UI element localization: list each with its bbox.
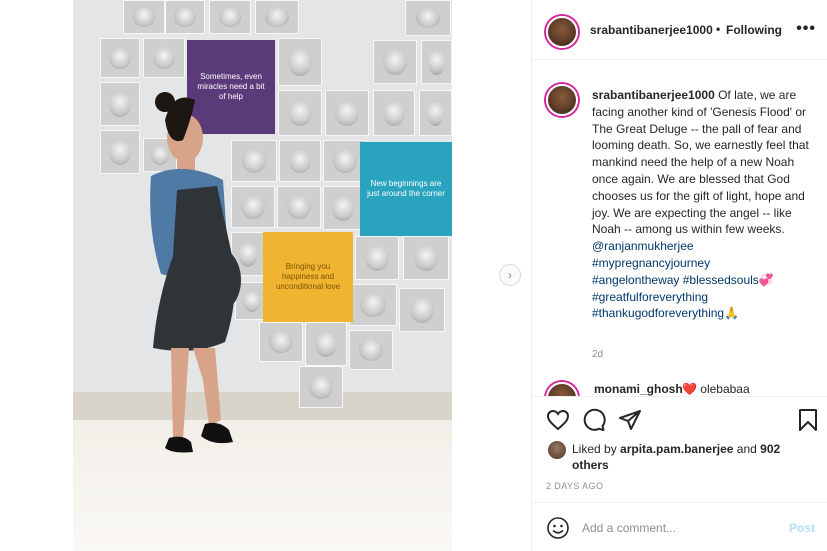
send-icon[interactable] xyxy=(618,408,642,432)
baby-tile xyxy=(403,236,449,280)
caption-tag[interactable]: @ranjanmukherjee xyxy=(592,238,816,255)
author-avatar[interactable] xyxy=(546,16,578,48)
post-sidebar: srabantibanerjee1000 • Following ••• sra… xyxy=(531,0,827,551)
baby-tile xyxy=(278,38,322,86)
caption-text: srabantibanerjee1000 Of late, we are fac… xyxy=(592,87,816,322)
baby-tile xyxy=(373,40,417,84)
photo-card-teal-text: New beginnings are just around the corne… xyxy=(367,179,445,198)
baby-tile xyxy=(278,90,322,136)
baby-tile xyxy=(323,186,363,230)
baby-tile xyxy=(419,90,452,136)
caption-username[interactable]: srabantibanerjee1000 xyxy=(592,88,715,102)
baby-tile xyxy=(405,0,451,36)
comment-input[interactable]: Add a comment... xyxy=(582,521,676,535)
liker-avatar[interactable] xyxy=(548,441,566,459)
following-button[interactable]: Following xyxy=(726,23,782,37)
photo-card-teal: New beginnings are just around the corne… xyxy=(360,142,452,236)
likes-middle: and xyxy=(736,442,757,456)
caption-age: 2d xyxy=(592,349,604,360)
baby-tile xyxy=(325,90,369,136)
baby-tile xyxy=(165,0,205,34)
post-photo[interactable]: Sometimes, even miracles need a bit of h… xyxy=(73,0,452,551)
baby-tile xyxy=(399,288,445,332)
actions-divider xyxy=(532,396,827,397)
baby-tile xyxy=(123,0,165,34)
caption-body: Of late, we are facing another kind of '… xyxy=(592,88,809,237)
baby-tile xyxy=(299,366,343,408)
baby-tile xyxy=(100,82,140,126)
bookmark-icon[interactable] xyxy=(796,408,820,432)
comment-divider xyxy=(532,502,827,503)
baby-tile xyxy=(349,330,393,370)
author-username[interactable]: srabantibanerjee1000 xyxy=(590,23,713,37)
baby-tile xyxy=(100,130,140,174)
baby-tile xyxy=(305,322,347,366)
baby-tile xyxy=(421,40,452,84)
post-timestamp[interactable]: 2 DAYS AGO xyxy=(546,481,603,491)
likes-prefix: Liked by xyxy=(572,442,617,456)
caption-tag[interactable]: #greatfulforeverything xyxy=(592,289,816,306)
liker-username[interactable]: arpita.pam.banerjee xyxy=(620,442,733,456)
baby-tile xyxy=(277,186,321,228)
baby-tile xyxy=(255,0,299,34)
post-comment-button[interactable]: Post xyxy=(789,521,815,535)
baby-tile xyxy=(143,38,185,78)
caption-tag[interactable]: #angelontheway #blessedsouls💞 xyxy=(592,272,816,289)
likes-summary[interactable]: Liked by arpita.pam.banerjee and 902 oth… xyxy=(572,441,792,473)
baby-tile xyxy=(209,0,251,34)
post-header: srabantibanerjee1000 • Following ••• xyxy=(532,0,827,60)
caption-tag[interactable]: #thankugodforeverything🙏 xyxy=(592,305,816,322)
comment-text: ❤️ olebabaa xyxy=(682,382,750,396)
commenter-avatar[interactable] xyxy=(546,382,578,396)
heart-icon[interactable] xyxy=(546,408,570,432)
baby-tile xyxy=(100,38,140,78)
baby-tile xyxy=(373,90,415,136)
emoji-icon[interactable] xyxy=(546,516,570,540)
more-horizontal-icon[interactable]: ••• xyxy=(796,20,816,38)
caption-tag[interactable]: #mypregnancyjourney xyxy=(592,255,816,272)
baby-tile xyxy=(355,236,399,280)
caption-avatar[interactable] xyxy=(546,84,578,116)
next-photo-button[interactable]: › xyxy=(499,264,521,286)
commenter-username[interactable]: monami_ghosh xyxy=(594,382,683,396)
header-separator: • xyxy=(716,22,721,36)
baby-tile xyxy=(279,140,321,182)
comment-icon[interactable] xyxy=(582,408,606,432)
photo-person xyxy=(150,92,241,453)
chevron-right-icon: › xyxy=(508,268,512,282)
baby-tile xyxy=(349,284,397,326)
comment-preview: monami_ghosh ❤️ olebabaa xyxy=(544,380,816,396)
